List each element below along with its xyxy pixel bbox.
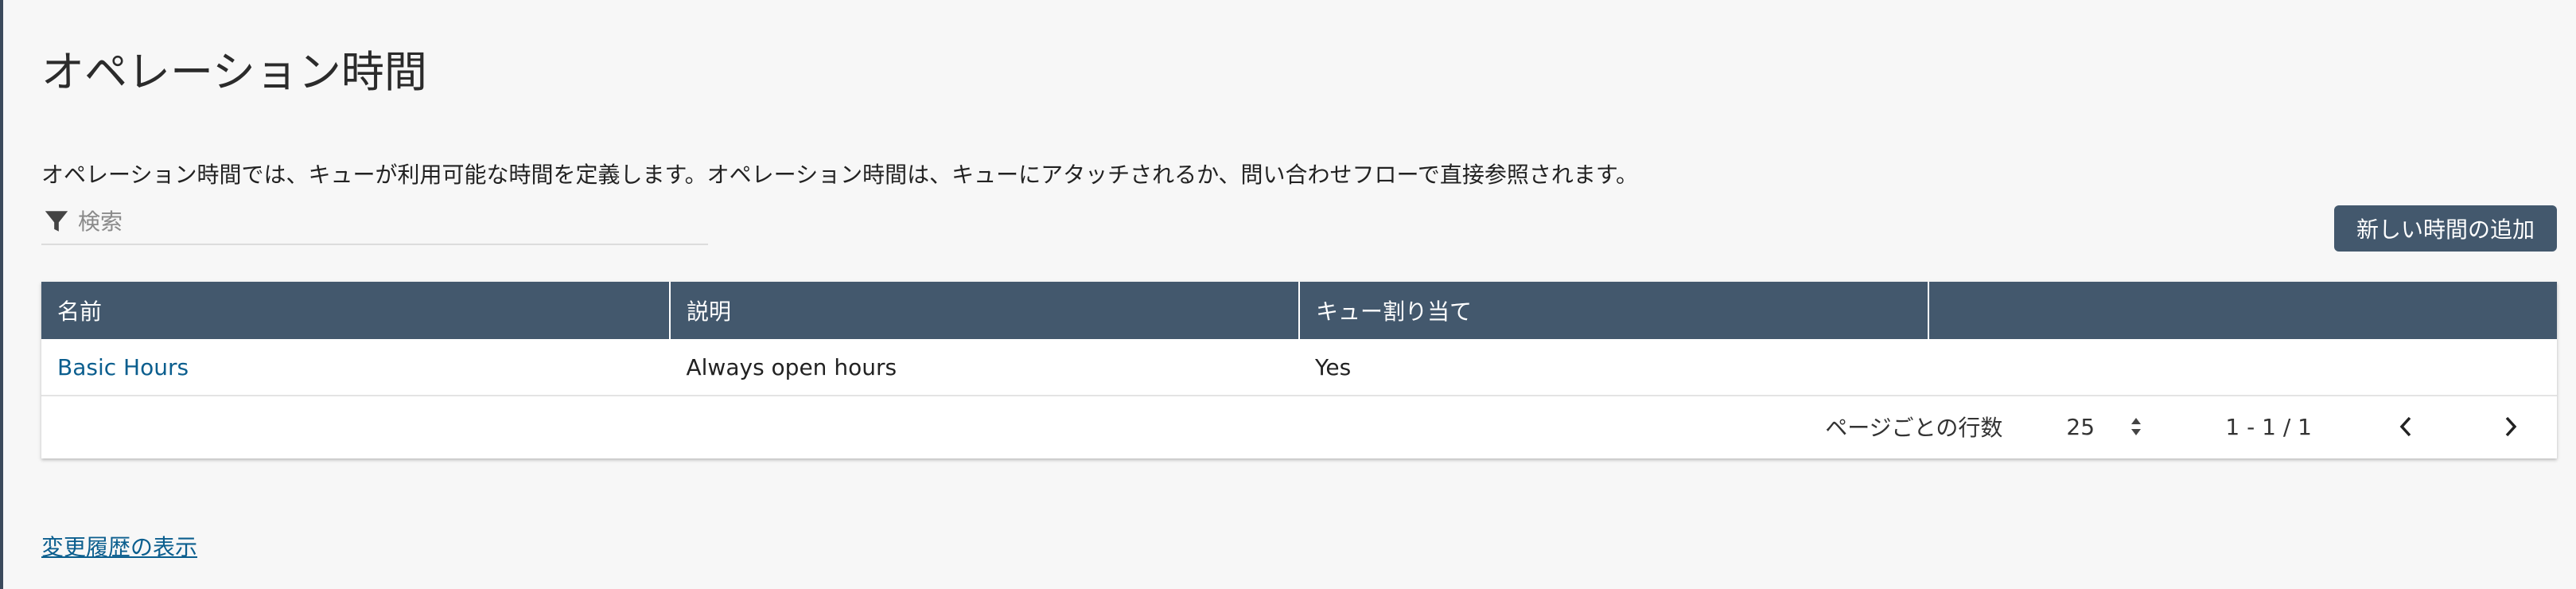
page-title: オペレーション時間	[41, 47, 427, 97]
table-row: Basic Hours Always open hours Yes	[41, 339, 2557, 396]
cell-queue-assigned: Yes	[1315, 353, 1352, 380]
add-hours-button[interactable]: 新しい時間の追加	[2334, 205, 2557, 252]
chevron-left-icon	[2399, 416, 2411, 437]
column-header-extra	[1929, 282, 2557, 339]
column-header-name[interactable]: 名前	[41, 282, 671, 339]
filter-icon	[45, 211, 68, 232]
column-header-queue-assigned[interactable]: キュー割り当て	[1300, 282, 1929, 339]
search-input[interactable]	[78, 208, 683, 235]
hours-table: 名前 説明 キュー割り当て Basic Hours Always open ho…	[41, 282, 2557, 458]
rows-per-page-label: ページごとの行数	[1825, 415, 2003, 441]
chevron-right-icon	[2505, 416, 2517, 437]
view-history-link[interactable]: 変更履歴の表示	[41, 530, 197, 562]
page-range: 1 - 1 / 1	[2225, 413, 2312, 440]
rows-per-page-select[interactable]: 25	[2066, 414, 2162, 440]
rows-per-page-value: 25	[2066, 413, 2095, 440]
sort-arrows-icon	[2131, 418, 2142, 435]
pagination: ページごとの行数 25 1 - 1 / 1	[41, 396, 2557, 457]
left-border	[0, 0, 3, 589]
hours-name-link[interactable]: Basic Hours	[57, 354, 189, 380]
page-description: オペレーション時間では、キューが利用可能な時間を定義します。オペレーション時間は…	[41, 162, 1639, 188]
cell-description: Always open hours	[686, 353, 897, 380]
table-header: 名前 説明 キュー割り当て	[41, 282, 2557, 339]
next-page-button[interactable]	[2496, 412, 2525, 441]
column-header-description[interactable]: 説明	[671, 282, 1300, 339]
search-bar	[41, 199, 708, 245]
prev-page-button[interactable]	[2391, 412, 2420, 441]
cell-extra	[1928, 339, 2558, 395]
cell-name: Basic Hours	[41, 339, 671, 395]
